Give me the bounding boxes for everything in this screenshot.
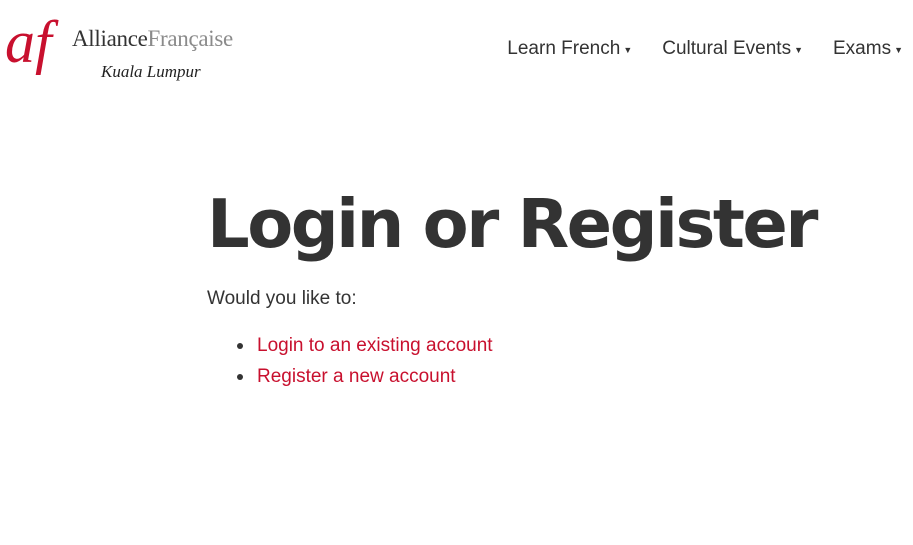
intro-text: Would you like to: [207,288,357,309]
logo-title: AllianceFrançaise [72,26,233,52]
caret-down-icon: ▼ [623,45,633,55]
logo-title-francaise: Française [147,26,234,51]
bullet [237,343,243,349]
account-options-list: Login to an existing account Register a … [207,330,827,392]
nav-item-learn-french[interactable]: Learn French ▼ [507,37,632,61]
site-header: af AllianceFrançaise Kuala Lumpur Learn … [0,0,913,100]
caret-down-icon: ▼ [794,45,803,55]
nav-item-exams[interactable]: Exams ▼ [833,37,903,61]
page-title: Login or Register [207,185,818,263]
main-nav: Learn French ▼ Cultural Events ▼ Exams ▼ [507,37,903,61]
nav-item-cultural-events[interactable]: Cultural Events ▼ [662,37,803,61]
main-content: Login or Register Would you like to: Log… [207,182,827,392]
login-link[interactable]: Login to an existing account [257,335,493,356]
nav-item-label: Cultural Events [662,38,792,59]
logo-title-alliance: Alliance [72,26,148,51]
logo-city: Kuala Lumpur [101,62,201,81]
logo-mark-text: af [5,12,59,75]
nav-item-label: Learn French [507,38,621,59]
caret-down-icon: ▼ [894,45,903,55]
af-logo-mark: af [5,12,59,75]
register-link[interactable]: Register a new account [257,366,456,387]
nav-item-label: Exams [833,38,892,59]
list-item: Register a new account [237,361,827,392]
list-item: Login to an existing account [237,330,827,361]
alliance-francaise-logo[interactable]: af AllianceFrançaise Kuala Lumpur [5,12,265,92]
bullet [237,374,243,380]
